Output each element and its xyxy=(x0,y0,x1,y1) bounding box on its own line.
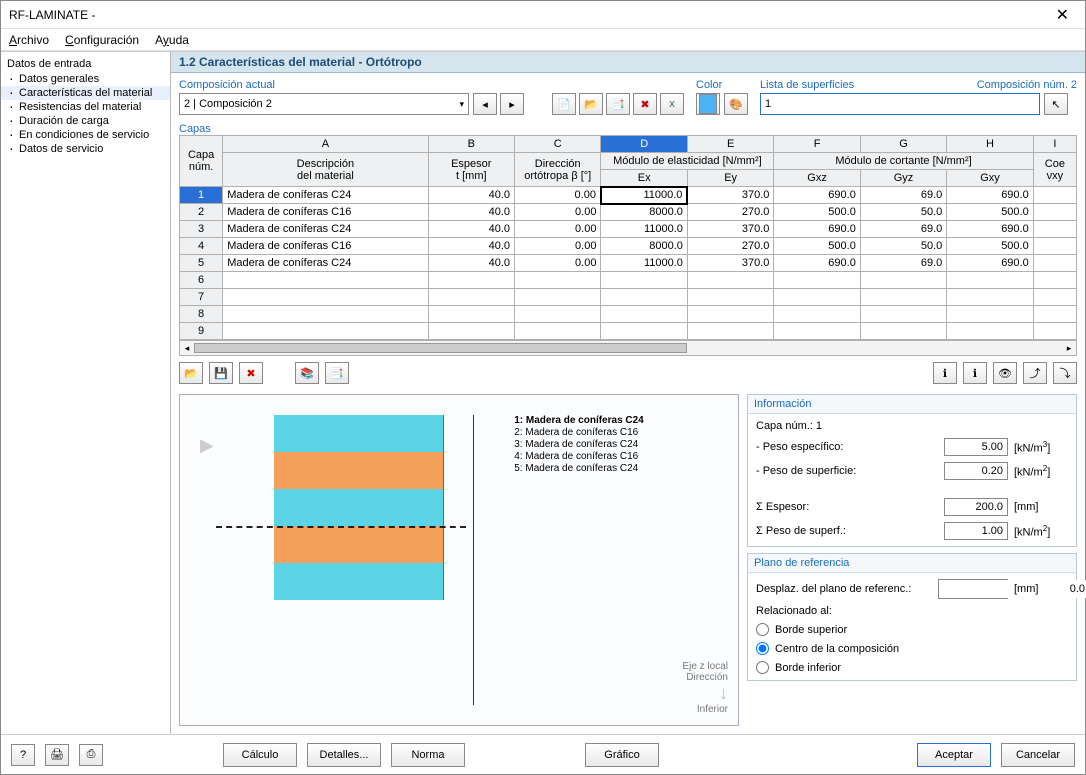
window-title: RF-LAMINATE - xyxy=(9,8,95,22)
sum-peso-superf xyxy=(944,522,1008,540)
pick-surface-icon[interactable]: ↖ xyxy=(1044,93,1068,115)
cancelar-button[interactable]: Cancelar xyxy=(1001,743,1075,767)
menu-archivo[interactable]: AArchivorchivo xyxy=(9,33,49,47)
table-row[interactable]: 6 xyxy=(180,272,1077,289)
calculo-button[interactable]: Cálculo xyxy=(223,743,297,767)
menubar: AArchivorchivo ConfiguraciónConfiguració… xyxy=(1,29,1085,51)
col-F[interactable]: F xyxy=(774,136,860,153)
sidebar-item-resistencias[interactable]: Resistencias del material xyxy=(1,100,170,114)
col-H[interactable]: H xyxy=(947,136,1033,153)
sidebar: Datos de entrada Datos generales Caracte… xyxy=(1,52,171,734)
export1-icon[interactable]: ⤴ xyxy=(1023,362,1047,384)
delete-icon[interactable]: ✖ xyxy=(633,93,657,115)
axis-indicator: Eje z local Dirección ↓ Inferior xyxy=(682,661,728,715)
composicion-combo[interactable]: 2 | Composición 2▾ xyxy=(179,93,469,115)
norma-button[interactable]: Norma xyxy=(391,743,465,767)
library-icon[interactable]: 📚 xyxy=(295,362,319,384)
table-row[interactable]: 1 Madera de coníferas C2440.00.00 11000.… xyxy=(180,187,1077,204)
menu-ayuda[interactable]: AyudaAyuda xyxy=(155,33,189,47)
superficies-input[interactable] xyxy=(760,93,1040,115)
col-D[interactable]: D xyxy=(601,136,687,153)
radio-borde-inferior[interactable]: Borde inferior xyxy=(756,661,1068,674)
composicion-label: Composición actual xyxy=(179,79,684,91)
layer-preview: ▶ 1: Madera de coníferas C24 xyxy=(179,394,739,726)
export2-icon[interactable]: ⤵ xyxy=(1053,362,1077,384)
col-capa[interactable]: Capanúm. xyxy=(180,136,223,187)
play-icon: ▶ xyxy=(200,435,214,456)
sidebar-item-condiciones[interactable]: En condiciones de servicio xyxy=(1,128,170,142)
info2-icon[interactable]: ℹ xyxy=(963,362,987,384)
sidebar-item-servicio[interactable]: Datos de servicio xyxy=(1,142,170,156)
horizontal-scrollbar[interactable]: ◂▸ xyxy=(179,340,1077,356)
info-panel-title: Información xyxy=(748,395,1076,414)
copy-icon[interactable]: 📑 xyxy=(606,93,630,115)
delete2-icon[interactable]: ✖ xyxy=(239,362,263,384)
color-picker-icon[interactable]: 🎨 xyxy=(724,93,748,115)
table-row[interactable]: 5 Madera de coníferas C2440.00.00 11000.… xyxy=(180,255,1077,272)
export-icon[interactable]: ⎙ xyxy=(79,744,103,766)
sidebar-item-caracteristicas[interactable]: Características del material xyxy=(1,86,170,100)
composicion-num: Composición núm. 2 xyxy=(977,79,1077,91)
copy2-icon[interactable]: 📑 xyxy=(325,362,349,384)
superficies-label: Lista de superficies xyxy=(760,79,854,91)
sidebar-item-datos-generales[interactable]: Datos generales xyxy=(1,72,170,86)
radio-borde-superior[interactable]: Borde superior xyxy=(756,623,1068,636)
peso-superficie xyxy=(944,462,1008,480)
col-C[interactable]: C xyxy=(515,136,601,153)
table-row[interactable]: 2 Madera de coníferas C1640.00.00 8000.0… xyxy=(180,204,1077,221)
open-icon[interactable]: 📂 xyxy=(579,93,603,115)
radio-centro[interactable]: Centro de la composición xyxy=(756,642,1068,655)
layers-table: Capanúm. A B C D E F G H I Descripciónde… xyxy=(179,135,1077,340)
prev-button[interactable]: ◂ xyxy=(473,93,497,115)
table-row[interactable]: 7 xyxy=(180,289,1077,306)
help-icon[interactable]: ? xyxy=(11,744,35,766)
layer-labels: 1: Madera de coníferas C24 2: Madera de … xyxy=(514,415,644,705)
table-row[interactable]: 9 xyxy=(180,323,1077,340)
save-icon[interactable]: 💾 xyxy=(209,362,233,384)
open2-icon[interactable]: 📂 xyxy=(179,362,203,384)
color-swatch[interactable] xyxy=(696,93,720,115)
col-G[interactable]: G xyxy=(860,136,946,153)
info-capa: Capa núm.: 1 xyxy=(756,420,1068,432)
info1-icon[interactable]: ℹ xyxy=(933,362,957,384)
new-icon[interactable]: 📄 xyxy=(552,93,576,115)
ref-panel-title: Plano de referencia xyxy=(748,554,1076,573)
close-icon[interactable]: ✕ xyxy=(1048,5,1077,25)
desplaz-spinner[interactable]: ▲▼ xyxy=(938,579,1008,599)
col-B[interactable]: B xyxy=(428,136,514,153)
eye-icon[interactable]: 👁 xyxy=(993,362,1017,384)
grafico-button[interactable]: Gráfico xyxy=(585,743,659,767)
table-row[interactable]: 8 xyxy=(180,306,1077,323)
section-title: 1.2 Características del material - Ortót… xyxy=(171,52,1085,73)
sidebar-root[interactable]: Datos de entrada xyxy=(1,56,170,72)
print-icon[interactable]: 🖨 xyxy=(45,744,69,766)
detalles-button[interactable]: Detalles... xyxy=(307,743,381,767)
menu-config[interactable]: ConfiguraciónConfiguración xyxy=(65,33,139,47)
next-button[interactable]: ▸ xyxy=(500,93,524,115)
excel-icon[interactable]: x xyxy=(660,93,684,115)
col-E[interactable]: E xyxy=(687,136,773,153)
peso-especifico xyxy=(944,438,1008,456)
table-row[interactable]: 3 Madera de coníferas C2440.00.00 11000.… xyxy=(180,221,1077,238)
col-A[interactable]: A xyxy=(223,136,428,153)
color-label: Color xyxy=(696,79,748,91)
sum-espesor xyxy=(944,498,1008,516)
sidebar-item-duracion[interactable]: Duración de carga xyxy=(1,114,170,128)
aceptar-button[interactable]: Aceptar xyxy=(917,743,991,767)
col-I[interactable]: I xyxy=(1033,136,1076,153)
table-row[interactable]: 4 Madera de coníferas C1640.00.00 8000.0… xyxy=(180,238,1077,255)
capas-label: Capas xyxy=(171,121,1085,135)
